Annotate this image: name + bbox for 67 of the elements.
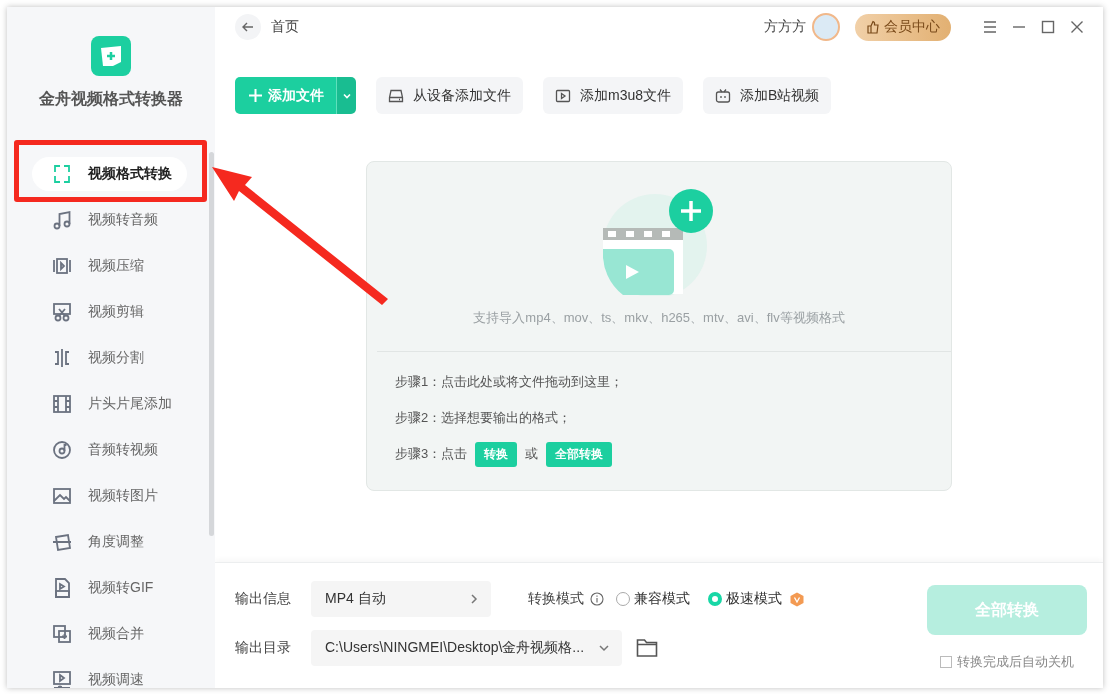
- sidebar-item[interactable]: 视频分割: [32, 341, 187, 375]
- auto-shutdown-label[interactable]: 转换完成后自动关机: [957, 653, 1074, 671]
- thumbs-up-icon: [866, 20, 880, 34]
- step-text: 步骤3：点击: [395, 445, 468, 463]
- image-icon: [51, 485, 73, 507]
- breadcrumb[interactable]: 首页: [271, 18, 299, 36]
- sidebar-item[interactable]: 视频压缩: [32, 249, 187, 283]
- convert-tag: 全部转换: [546, 441, 613, 467]
- mode-label: 转换模式: [528, 590, 584, 608]
- sidebar-item[interactable]: 视频格式转换: [32, 157, 187, 191]
- sidebar-item[interactable]: 音频转视频: [32, 433, 187, 467]
- merge-icon: [51, 623, 73, 645]
- sidebar-item[interactable]: 片头片尾添加: [32, 387, 187, 421]
- chevron-down-icon: [598, 643, 610, 653]
- sidebar-item[interactable]: 视频合并: [32, 617, 187, 651]
- sidebar-item[interactable]: 角度调整: [32, 525, 187, 559]
- sidebar-item[interactable]: 视频调速: [32, 663, 187, 688]
- back-button[interactable]: [235, 14, 261, 40]
- rotate-icon: [51, 531, 73, 553]
- vip-badge-icon: [790, 591, 804, 607]
- speed-icon: [51, 669, 73, 688]
- radio-label[interactable]: 极速模式: [726, 590, 782, 608]
- output-dir-selector[interactable]: C:\Users\NINGMEI\Desktop\金舟视频格...: [311, 630, 622, 666]
- close-icon[interactable]: [1069, 19, 1085, 35]
- format-selector[interactable]: MP4 自动: [311, 581, 491, 617]
- app-name: 金舟视频格式转换器: [39, 89, 183, 109]
- maximize-icon[interactable]: [1040, 19, 1056, 35]
- checkbox[interactable]: [940, 656, 952, 668]
- info-icon[interactable]: [590, 592, 604, 606]
- avatar[interactable]: [812, 13, 840, 41]
- plus-icon: [249, 89, 262, 102]
- cut-icon: [51, 301, 73, 323]
- compress-icon: [51, 255, 73, 277]
- toolbar-button[interactable]: 添加B站视频: [703, 77, 832, 114]
- sidebar-item[interactable]: 视频剪辑: [32, 295, 187, 329]
- vip-button[interactable]: 会员中心: [855, 13, 951, 41]
- toolbar-button[interactable]: 从设备添加文件: [376, 77, 523, 114]
- play-icon: [555, 87, 571, 104]
- toolbar-button[interactable]: 添加m3u8文件: [543, 77, 684, 114]
- sidebar-item[interactable]: 视频转GIF: [32, 571, 187, 605]
- output-dir-label: 输出目录: [235, 639, 292, 657]
- menu-icon[interactable]: [982, 19, 998, 35]
- drop-zone[interactable]: 支持导入mp4、mov、ts、mkv、h265、mtv、avi、flv等视频格式 步骤1：点击此处或将文件拖动到这里； 步骤2：选择想要输出的格式； 步骤3：点击 转换 或 全部转换: [366, 161, 952, 491]
- step-text: 步骤2：选择想要输出的格式；: [395, 409, 572, 427]
- chevron-right-icon: [469, 593, 479, 605]
- output-info-label: 输出信息: [235, 590, 292, 608]
- disc-icon: [51, 439, 73, 461]
- tv-icon: [715, 87, 732, 104]
- radio-button[interactable]: [616, 592, 630, 606]
- film-icon: [51, 393, 73, 415]
- sidebar-item[interactable]: 视频转音频: [32, 203, 187, 237]
- step-text: 或: [525, 445, 539, 463]
- audio-icon: [51, 209, 73, 231]
- drive-icon: [388, 87, 404, 104]
- app-logo: [91, 36, 131, 76]
- sidebar-item[interactable]: 视频转图片: [32, 479, 187, 513]
- step-text: 步骤1：点击此处或将文件拖动到这里；: [395, 373, 624, 391]
- radio-button[interactable]: [708, 592, 722, 606]
- back-arrow-icon: [241, 20, 255, 34]
- dropdown-button[interactable]: [336, 77, 356, 114]
- username[interactable]: 方方方: [764, 18, 806, 36]
- folder-icon[interactable]: [636, 638, 658, 658]
- convert-icon: [51, 163, 73, 185]
- supported-formats-text: 支持导入mp4、mov、ts、mkv、h265、mtv、avi、flv等视频格式: [473, 309, 845, 327]
- scrollbar[interactable]: [209, 152, 214, 536]
- radio-label[interactable]: 兼容模式: [634, 590, 690, 608]
- convert-tag: 转换: [475, 441, 518, 467]
